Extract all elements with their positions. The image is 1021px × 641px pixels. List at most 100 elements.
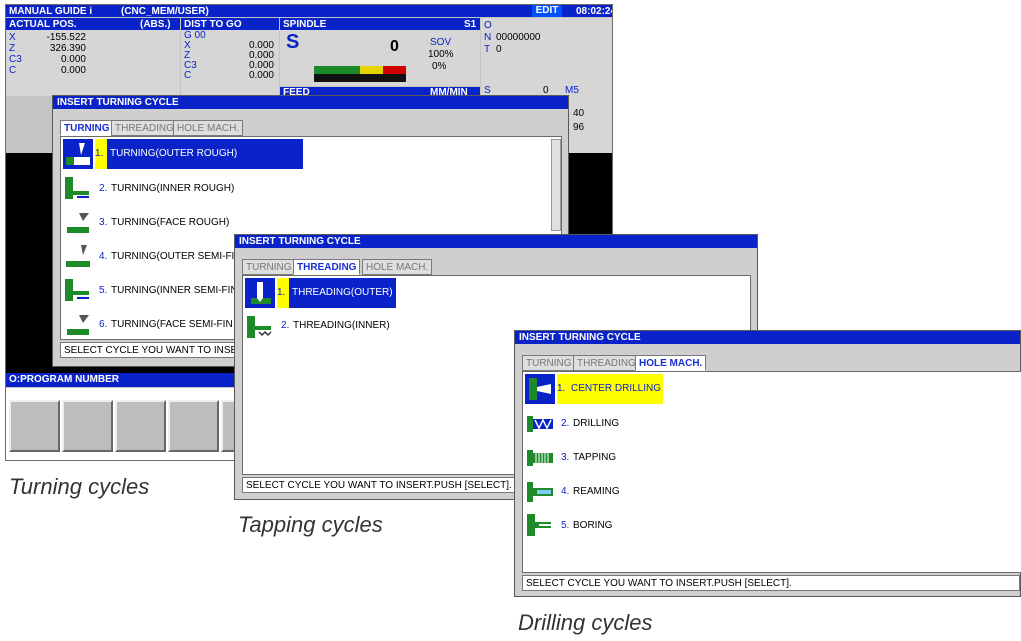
hole-mach-dialog: INSERT TURNING CYCLE TURNING THREADING H… bbox=[514, 330, 1021, 597]
clock: 08:02:24 bbox=[576, 6, 613, 17]
item-label: THREADING(INNER) bbox=[293, 320, 390, 331]
list-item[interactable]: 4. REAMING bbox=[525, 476, 705, 506]
abs-mode: (ABS.) bbox=[140, 19, 171, 30]
item-label: THREADING(OUTER) bbox=[289, 278, 396, 308]
spindle-bar-base bbox=[314, 74, 406, 82]
spindle-title: SPINDLE bbox=[283, 19, 327, 30]
softkey-2[interactable] bbox=[62, 400, 113, 452]
caption-tapping: Tapping cycles bbox=[238, 512, 383, 537]
item-number: 1. bbox=[277, 278, 289, 308]
item-number: 6. bbox=[99, 319, 108, 330]
tab-bar: TURNING THREADING HOLE MACH. bbox=[60, 120, 580, 136]
softkey-3[interactable] bbox=[115, 400, 166, 452]
status-message: SELECT CYCLE YOU WANT TO INSERT.PUSH [SE… bbox=[522, 575, 1020, 591]
tab-turning[interactable]: TURNING bbox=[522, 355, 576, 371]
list-item[interactable]: 2. DRILLING bbox=[525, 408, 705, 438]
turning-face-semi-finish-icon bbox=[63, 309, 93, 339]
list-item[interactable]: 1. TURNING(OUTER ROUGH) bbox=[63, 139, 313, 169]
threading-outer-icon bbox=[245, 278, 275, 308]
item-number: 4. bbox=[99, 251, 108, 262]
t-value: 0 bbox=[496, 44, 502, 55]
spindle-load: 0% bbox=[432, 61, 447, 72]
turning-inner-rough-icon bbox=[63, 173, 93, 203]
list-item[interactable]: 3. TURNING(FACE ROUGH) bbox=[63, 207, 313, 237]
softkey-1[interactable] bbox=[9, 400, 60, 452]
item-label: TURNING(INNER SEMI-FIN bbox=[111, 285, 238, 296]
actual-axes: X Z C3 C bbox=[9, 32, 22, 76]
tab-turning[interactable]: TURNING bbox=[60, 120, 114, 136]
right-value-1: 40 bbox=[573, 108, 585, 119]
sov-value: 100% bbox=[428, 49, 454, 60]
item-label: TURNING(OUTER ROUGH) bbox=[107, 139, 303, 169]
item-number: 2. bbox=[281, 320, 290, 331]
dist-axes: G 00 X Z C3 C bbox=[184, 30, 206, 81]
sov-label: SOV bbox=[430, 37, 452, 48]
t-label: T bbox=[484, 44, 491, 55]
list-item[interactable]: 2. TURNING(INNER ROUGH) bbox=[63, 173, 313, 203]
item-number: 5. bbox=[561, 520, 570, 531]
program-path: (CNC_MEM/USER) bbox=[121, 6, 209, 17]
tab-threading[interactable]: THREADING bbox=[573, 355, 640, 371]
tab-threading[interactable]: THREADING bbox=[111, 120, 178, 136]
mode-label: MANUAL GUIDE i bbox=[9, 6, 93, 17]
cycle-list: 1. CENTER DRILLING 2. DRILLING 3. TAPPIN… bbox=[522, 371, 1021, 573]
item-number: 5. bbox=[99, 285, 108, 296]
dist-to-go-title: DIST TO GO bbox=[184, 19, 242, 30]
tab-turning[interactable]: TURNING bbox=[242, 259, 296, 275]
item-number: 1. bbox=[557, 374, 569, 404]
tab-hole-mach[interactable]: HOLE MACH. bbox=[173, 120, 244, 136]
n-value: 00000000 bbox=[496, 32, 541, 43]
edit-badge: EDIT bbox=[532, 5, 562, 17]
program-number-label: O:PROGRAM NUMBER bbox=[9, 374, 119, 385]
tab-hole-mach[interactable]: HOLE MACH. bbox=[362, 259, 433, 275]
tab-bar: TURNING THREADING HOLE MACH. bbox=[522, 355, 1021, 371]
item-label: TAPPING bbox=[573, 452, 617, 463]
spindle-value: 0 bbox=[390, 38, 399, 55]
softkey-4[interactable] bbox=[168, 400, 219, 452]
tab-threading[interactable]: THREADING bbox=[293, 259, 361, 275]
spindle-header: SPINDLE S1 bbox=[280, 18, 480, 30]
spindle-panel: SPINDLE S1 S 0 SOV 100% 0% bbox=[280, 18, 480, 86]
tab-hole-mach[interactable]: HOLE MACH. bbox=[635, 355, 707, 371]
item-number: 2. bbox=[99, 183, 108, 194]
tapping-icon bbox=[525, 442, 555, 472]
caption-drilling: Drilling cycles bbox=[518, 610, 653, 635]
center-drilling-icon bbox=[525, 374, 555, 404]
spindle-s-letter: S bbox=[286, 31, 300, 53]
list-item[interactable]: 5. BORING bbox=[525, 510, 705, 540]
item-label: TURNING(FACE ROUGH) bbox=[111, 217, 230, 228]
dist-values: 0.000 0.000 0.000 0.000 bbox=[248, 40, 274, 81]
item-number: 1. bbox=[95, 139, 107, 169]
o-label: O bbox=[484, 20, 492, 31]
drilling-icon bbox=[525, 408, 555, 438]
list-item[interactable]: 2. THREADING(INNER) bbox=[245, 312, 425, 342]
turning-face-rough-icon bbox=[63, 207, 93, 237]
item-label: TURNING(FACE SEMI-FIN bbox=[111, 319, 233, 330]
scrollbar[interactable] bbox=[551, 139, 561, 231]
caption-turning: Turning cycles bbox=[9, 474, 150, 499]
dialog-title: INSERT TURNING CYCLE bbox=[53, 96, 568, 109]
item-number: 2. bbox=[561, 418, 570, 429]
dist-to-go-panel: DIST TO GO G 00 X Z C3 C 0.000 0.000 0.0… bbox=[181, 18, 279, 96]
item-label: REAMING bbox=[573, 486, 620, 497]
dialog-title: INSERT TURNING CYCLE bbox=[235, 235, 757, 248]
item-number: 3. bbox=[99, 217, 108, 228]
item-label: CENTER DRILLING bbox=[569, 374, 664, 404]
boring-icon bbox=[525, 510, 555, 540]
list-item[interactable]: 3. TAPPING bbox=[525, 442, 705, 472]
item-label: BORING bbox=[573, 520, 613, 531]
item-label: DRILLING bbox=[573, 418, 620, 429]
spindle-load-bar bbox=[314, 66, 406, 74]
tab-bar: TURNING THREADING HOLE MACH. bbox=[242, 259, 762, 275]
actual-pos-title: ACTUAL POS. bbox=[9, 19, 77, 30]
n-label: N bbox=[484, 32, 492, 43]
reaming-icon bbox=[525, 476, 555, 506]
dialog-title: INSERT TURNING CYCLE bbox=[515, 331, 1020, 344]
list-item[interactable]: 1. THREADING(OUTER) bbox=[245, 278, 425, 308]
list-item[interactable]: 1. CENTER DRILLING bbox=[525, 374, 705, 404]
actual-values: -155.522 326.390 0.000 0.000 bbox=[46, 32, 86, 76]
item-number: 3. bbox=[561, 452, 570, 463]
top-status-bar: MANUAL GUIDE i (CNC_MEM/USER) EDIT 08:02… bbox=[6, 5, 612, 17]
turning-outer-rough-icon bbox=[63, 139, 93, 169]
turning-outer-semi-finish-icon bbox=[63, 241, 93, 271]
